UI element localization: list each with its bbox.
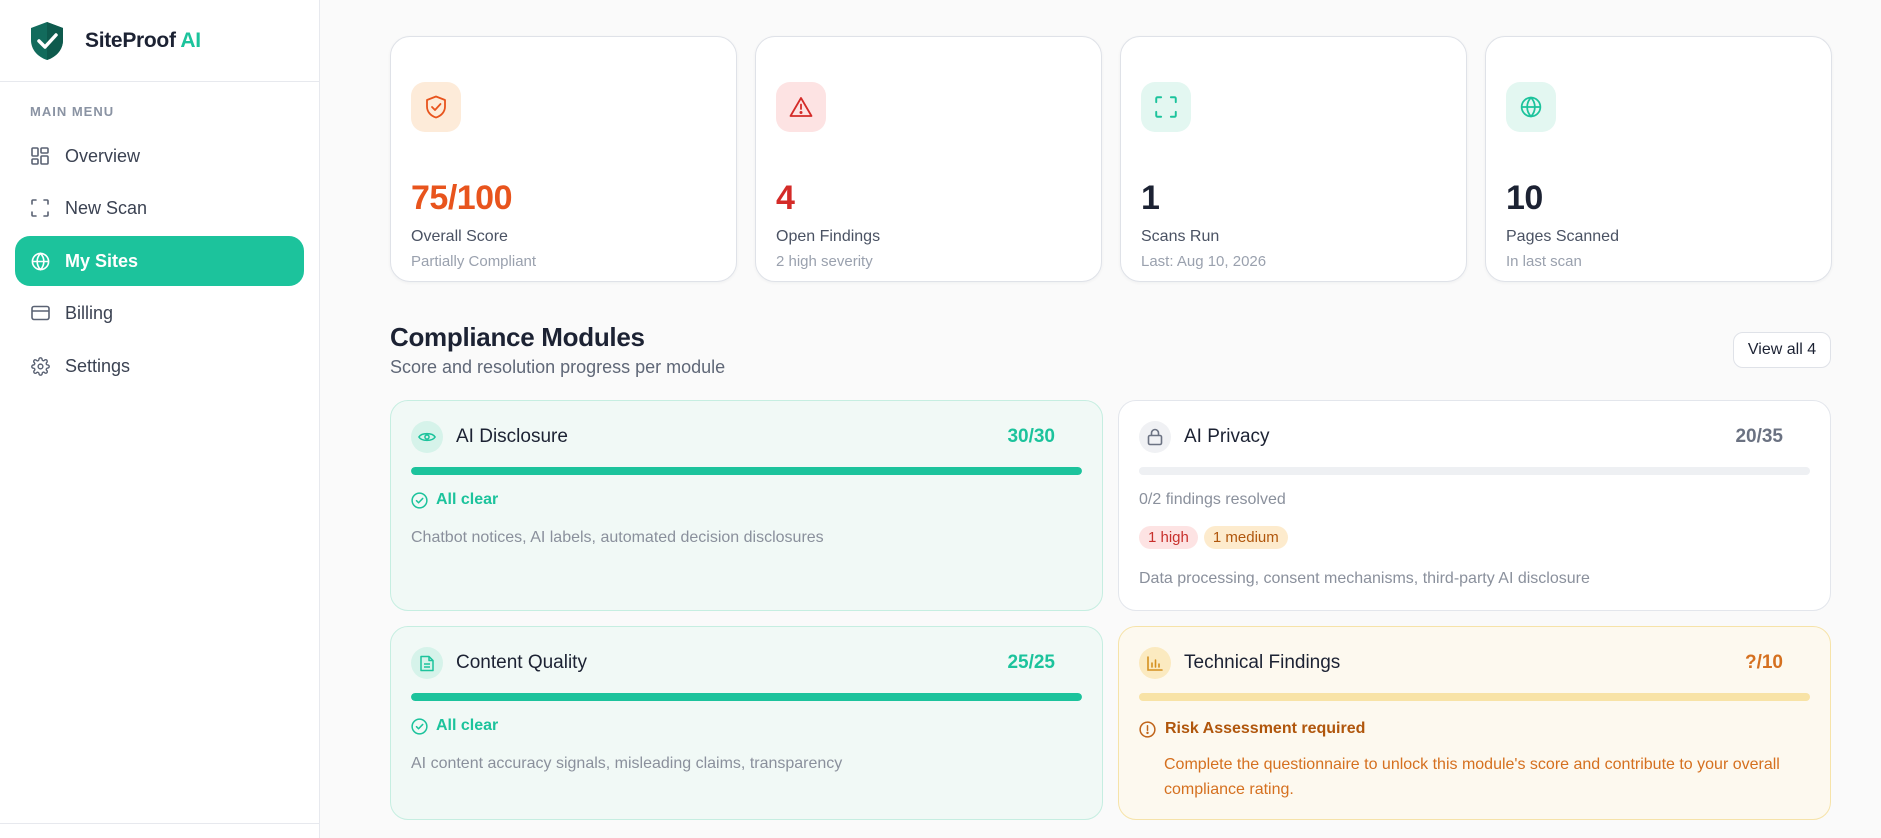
- module-card-technical-findings[interactable]: Technical Findings ?/10 Risk Assessment …: [1118, 626, 1831, 820]
- module-score: 25/25: [1007, 652, 1055, 673]
- module-progress-bar: [1139, 467, 1810, 475]
- module-progress-bar: [411, 467, 1082, 475]
- stat-label: Pages Scanned: [1506, 228, 1619, 245]
- module-progress-fill: [1139, 693, 1810, 701]
- stat-value: 75/100: [411, 179, 513, 217]
- lock-icon: [1139, 421, 1171, 453]
- sidebar-item-label: New Scan: [65, 197, 148, 218]
- module-status-label: All clear: [436, 717, 499, 734]
- layout-grid-icon: [30, 146, 50, 166]
- sidebar-item-label: Settings: [65, 355, 131, 376]
- sidebar-item-label: My Sites: [65, 250, 139, 271]
- module-score: 20/35: [1735, 426, 1783, 447]
- module-title: Content Quality: [456, 652, 587, 673]
- module-status: All clear: [411, 717, 498, 735]
- module-title: AI Privacy: [1184, 426, 1270, 447]
- module-progress-bar: [1139, 693, 1810, 701]
- risk-assessment-label: Risk Assessment required: [1165, 720, 1366, 737]
- warning-triangle-icon: [776, 82, 826, 132]
- shield-logo-icon: [31, 21, 63, 60]
- badge-high: 1 high: [1139, 526, 1198, 549]
- module-card-content-quality[interactable]: Content Quality 25/25 All clear AI conte…: [390, 626, 1103, 820]
- module-description: AI content accuracy signals, misleading …: [411, 755, 843, 772]
- severity-badges: 1 high 1 medium: [1139, 526, 1294, 549]
- sidebar-item-label: Billing: [65, 302, 114, 323]
- stat-card-scans-run: 1 Scans Run Last: Aug 10, 2026: [1120, 36, 1467, 282]
- brand[interactable]: SiteProof AI: [0, 0, 319, 82]
- document-icon: [411, 647, 443, 679]
- sidebar-item-label: Overview: [65, 145, 141, 166]
- section-title: Compliance Modules: [390, 322, 645, 352]
- stat-label: Open Findings: [776, 228, 881, 245]
- stat-value: 4: [776, 179, 795, 217]
- globe-icon: [30, 251, 50, 271]
- eye-icon: [411, 421, 443, 453]
- sidebar: SiteProof AI MAIN MENU Overview New Scan…: [0, 0, 320, 838]
- sidebar-divider: [0, 823, 320, 824]
- module-card-ai-disclosure[interactable]: AI Disclosure 30/30 All clear Chatbot no…: [390, 400, 1103, 611]
- module-progress-fill: [411, 467, 1082, 475]
- module-score: ?/10: [1744, 652, 1783, 673]
- module-status-label: 0/2 findings resolved: [1139, 491, 1286, 508]
- module-status-label: All clear: [436, 491, 499, 508]
- sidebar-item-overview[interactable]: Overview: [15, 131, 304, 181]
- check-circle-icon: [411, 717, 428, 735]
- stat-subtext: In last scan: [1506, 253, 1582, 270]
- bar-chart-icon: [1139, 647, 1171, 679]
- view-all-button[interactable]: View all 4: [1733, 332, 1831, 368]
- sidebar-item-my-sites[interactable]: My Sites: [15, 236, 304, 286]
- stat-value: 1: [1141, 179, 1160, 217]
- gear-icon: [30, 356, 50, 376]
- scan-frame-icon: [30, 198, 50, 218]
- stat-subtext: 2 high severity: [776, 253, 873, 270]
- sidebar-item-new-scan[interactable]: New Scan: [15, 183, 304, 233]
- stat-label: Overall Score: [411, 228, 508, 245]
- stat-subtext: Last: Aug 10, 2026: [1141, 253, 1267, 270]
- stat-card-overall-score: 75/100 Overall Score Partially Compliant: [390, 36, 737, 282]
- module-status: All clear: [411, 491, 498, 509]
- sidebar-item-settings[interactable]: Settings: [15, 341, 304, 391]
- alert-circle-icon: [1139, 720, 1156, 738]
- menu-heading: MAIN MENU: [30, 104, 115, 119]
- module-card-ai-privacy[interactable]: AI Privacy 20/35 0/2 findings resolved 1…: [1118, 400, 1831, 611]
- brand-name: SiteProof AI: [85, 28, 201, 52]
- badge-medium: 1 medium: [1203, 526, 1288, 549]
- shield-check-icon: [411, 82, 461, 132]
- section-subtitle: Score and resolution progress per module: [390, 357, 726, 377]
- stat-card-open-findings: 4 Open Findings 2 high severity: [755, 36, 1102, 282]
- globe-icon: [1506, 82, 1556, 132]
- sidebar-item-billing[interactable]: Billing: [15, 288, 304, 338]
- credit-card-icon: [30, 303, 50, 323]
- module-progress-fill: [411, 693, 1082, 701]
- stat-label: Scans Run: [1141, 228, 1220, 245]
- check-circle-icon: [411, 491, 428, 509]
- module-title: Technical Findings: [1184, 652, 1341, 673]
- risk-assessment-status: Risk Assessment required: [1139, 720, 1365, 738]
- module-description: Chatbot notices, AI labels, automated de…: [411, 529, 824, 546]
- module-score: 30/30: [1007, 426, 1055, 447]
- stat-subtext: Partially Compliant: [411, 253, 537, 270]
- stat-value: 10: [1506, 179, 1543, 217]
- risk-assessment-description[interactable]: Complete the questionnaire to unlock thi…: [1164, 752, 1804, 802]
- scan-frame-icon: [1141, 82, 1191, 132]
- stat-card-pages-scanned: 10 Pages Scanned In last scan: [1485, 36, 1832, 282]
- module-title: AI Disclosure: [456, 426, 568, 447]
- module-description: Data processing, consent mechanisms, thi…: [1139, 570, 1590, 587]
- module-progress-bar: [411, 693, 1082, 701]
